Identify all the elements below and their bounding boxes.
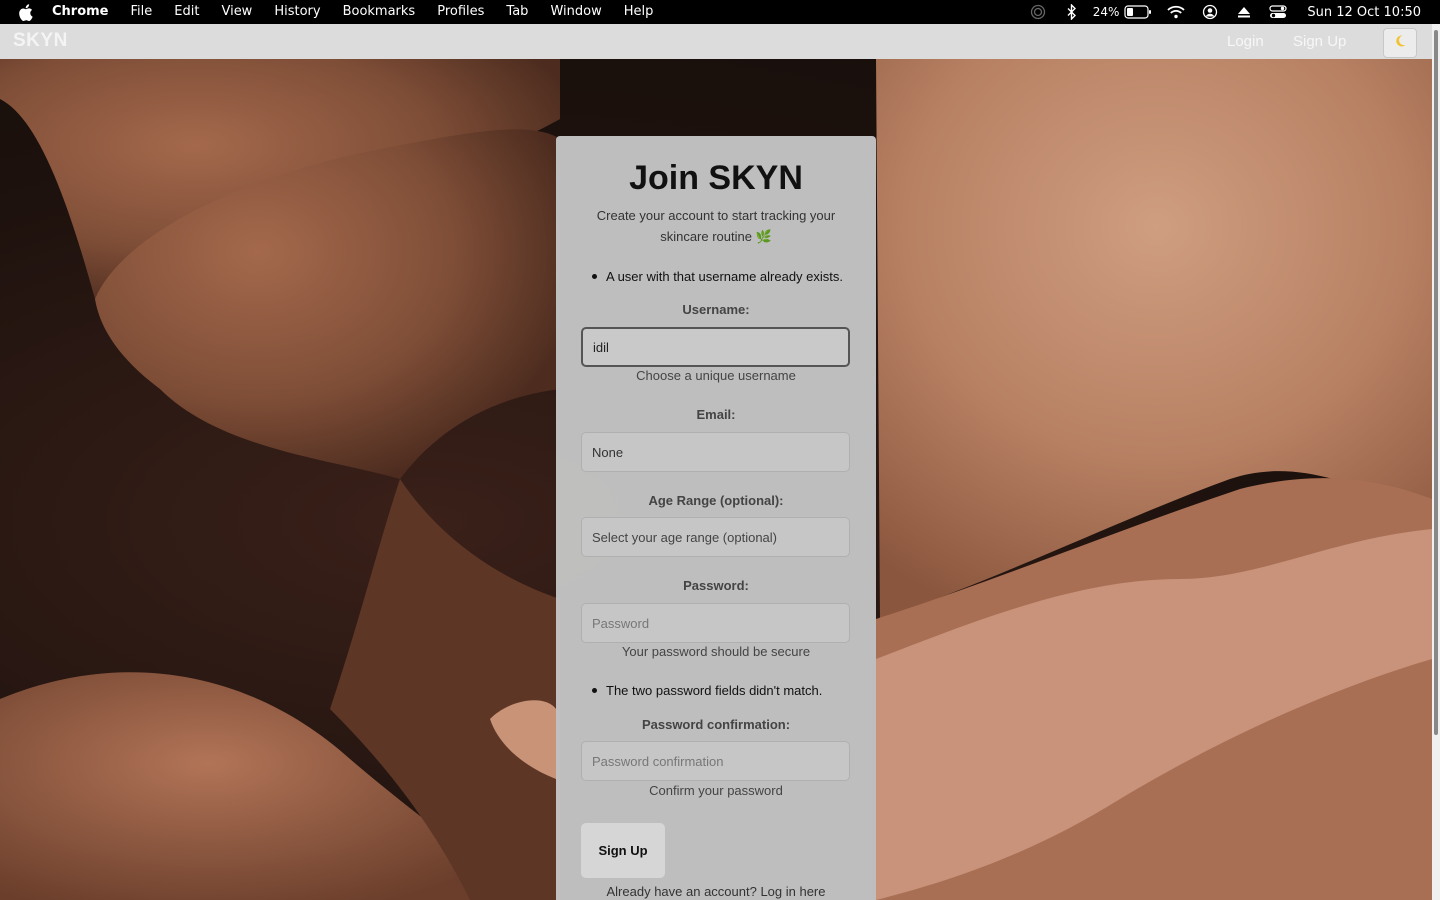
- username-help: Choose a unique username: [636, 368, 796, 383]
- control-center-icon[interactable]: [1267, 0, 1289, 24]
- email-label: Email:: [696, 407, 736, 422]
- signup-submit-button[interactable]: Sign Up: [581, 823, 665, 878]
- password-help: Your password should be secure: [621, 644, 811, 659]
- username-error: A user with that username already exists…: [592, 269, 843, 284]
- page-subtitle: Create your account to start tracking yo…: [596, 208, 836, 244]
- nav-login-link[interactable]: Login: [1227, 33, 1264, 50]
- menu-file[interactable]: File: [120, 0, 164, 24]
- password-confirmation-help: Confirm your password: [649, 783, 783, 798]
- login-prompt-text: Already have an account?: [606, 884, 761, 899]
- menu-profiles[interactable]: Profiles: [426, 0, 495, 24]
- username-input[interactable]: [581, 327, 850, 367]
- password-confirmation-label: Password confirmation:: [641, 717, 791, 732]
- password-error: The two password fields didn't match.: [592, 683, 822, 698]
- battery-icon[interactable]: [1123, 0, 1153, 24]
- password-input[interactable]: [581, 603, 850, 643]
- bluetooth-icon[interactable]: [1061, 0, 1083, 24]
- username-error-text: A user with that username already exists…: [606, 269, 844, 284]
- menu-edit[interactable]: Edit: [163, 0, 210, 24]
- login-prompt: Already have an account? Log in here: [556, 884, 876, 899]
- user-icon[interactable]: [1199, 0, 1221, 24]
- eject-icon[interactable]: [1233, 0, 1255, 24]
- airdrop-icon[interactable]: [1027, 0, 1049, 24]
- apple-icon[interactable]: [0, 0, 50, 24]
- menu-window[interactable]: Window: [539, 0, 612, 24]
- page-scrollbar[interactable]: [1432, 24, 1440, 900]
- menu-view[interactable]: View: [210, 0, 263, 24]
- site-logo[interactable]: SKYN: [13, 30, 68, 52]
- menu-help[interactable]: Help: [613, 0, 665, 24]
- wifi-icon[interactable]: [1165, 0, 1187, 24]
- menu-bar: Chrome File Edit View History Bookmarks …: [0, 0, 1440, 24]
- bullet-icon: [592, 688, 597, 694]
- nav-signup-link[interactable]: Sign Up: [1293, 33, 1346, 50]
- theme-toggle-button[interactable]: [1383, 28, 1417, 58]
- menu-app-name[interactable]: Chrome: [50, 0, 120, 24]
- moon-icon: [1393, 34, 1407, 53]
- battery-percent: 24%: [1092, 5, 1120, 19]
- page-title: Join SKYN: [629, 159, 803, 197]
- age-range-label: Age Range (optional):: [648, 493, 784, 508]
- password-confirmation-input[interactable]: [581, 741, 850, 781]
- menu-tab[interactable]: Tab: [495, 0, 539, 24]
- age-range-selected: Select your age range (optional): [592, 529, 778, 545]
- password-error-text: The two password fields didn't match.: [606, 683, 823, 698]
- menu-bookmarks[interactable]: Bookmarks: [332, 0, 427, 24]
- bullet-icon: [592, 274, 597, 280]
- site-navbar: SKYN Login Sign Up: [0, 24, 1432, 59]
- age-range-select[interactable]: Select your age range (optional): [581, 517, 850, 557]
- login-link[interactable]: Log in here: [760, 884, 825, 899]
- signup-card: Join SKYN Create your account to start t…: [556, 136, 876, 900]
- scrollbar-thumb[interactable]: [1434, 30, 1438, 735]
- menu-clock: Sun 12 Oct 10:50: [1307, 4, 1421, 20]
- username-label: Username:: [682, 302, 750, 317]
- browser-page: SKYN Login Sign Up Join SKYN Create your…: [0, 24, 1432, 900]
- password-label: Password:: [683, 578, 749, 593]
- email-input[interactable]: [581, 432, 850, 472]
- menu-history[interactable]: History: [263, 0, 331, 24]
